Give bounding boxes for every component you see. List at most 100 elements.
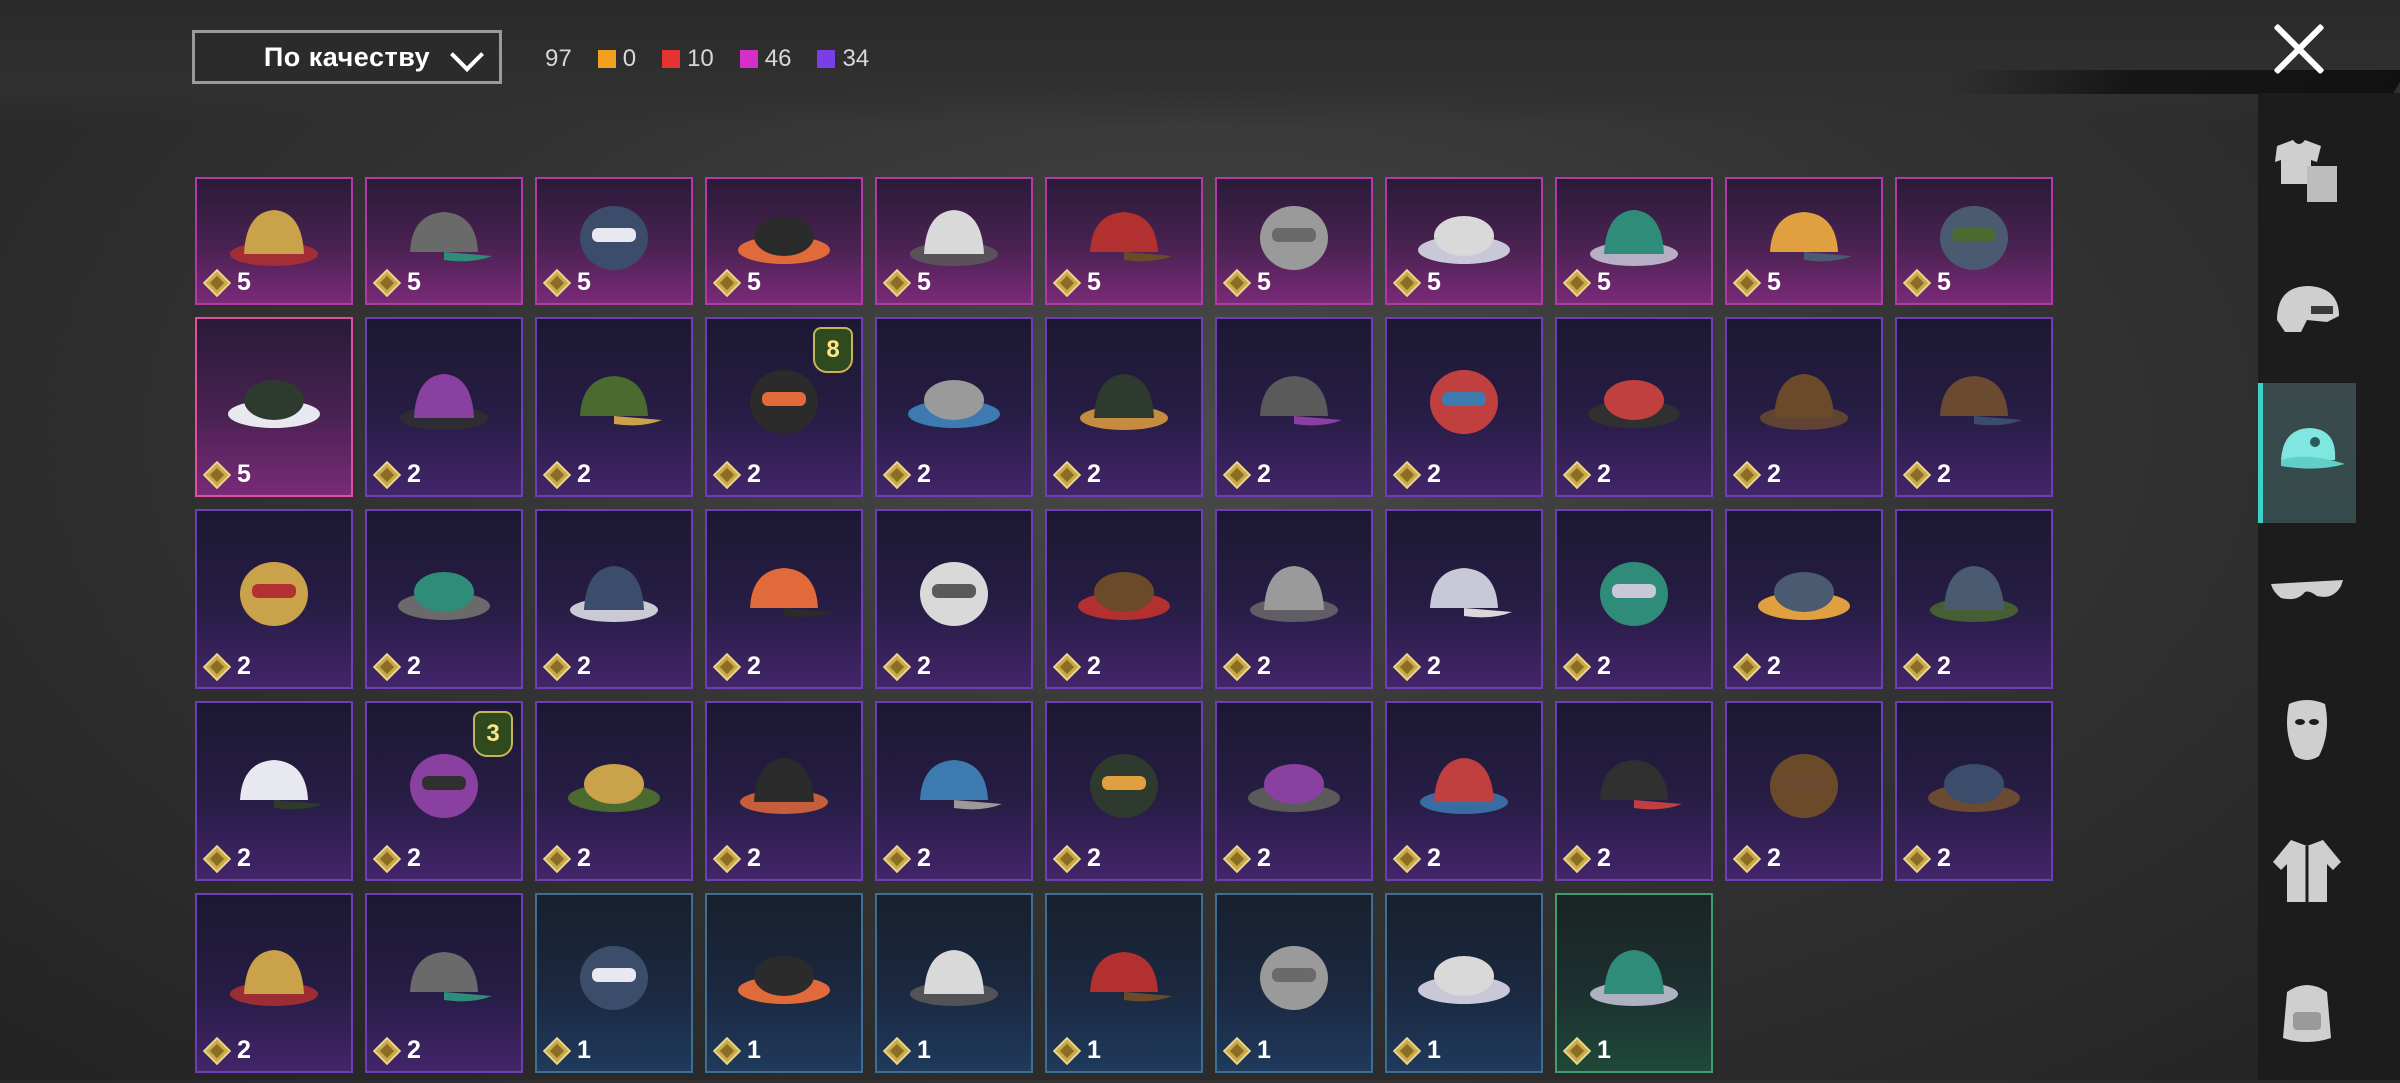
inventory-item[interactable]: 5 <box>365 177 523 305</box>
inventory-item[interactable]: 2 <box>535 317 693 497</box>
tab-jacket[interactable] <box>2258 803 2356 943</box>
item-count: 2 <box>407 1036 421 1064</box>
tab-backpack-face[interactable] <box>2258 943 2356 1083</box>
currency-diamond-icon <box>1053 269 1081 297</box>
tab-outfit[interactable] <box>2258 103 2356 243</box>
inventory-item[interactable]: 2 <box>875 701 1033 881</box>
currency-diamond-icon <box>1053 1037 1081 1065</box>
inventory-item[interactable]: 2 <box>875 509 1033 689</box>
inventory-item[interactable]: 5 <box>1385 177 1543 305</box>
inventory-item[interactable]: 2 <box>365 893 523 1073</box>
inventory-item[interactable]: 2 <box>1045 701 1203 881</box>
burger-hat-icon <box>732 742 836 826</box>
inventory-item[interactable]: 1 <box>1555 893 1713 1073</box>
item-count-badge: 2 <box>203 844 251 873</box>
inventory-item[interactable]: 1 <box>1385 893 1543 1073</box>
item-count: 2 <box>1257 460 1271 488</box>
brown-wig-icon <box>1922 358 2026 442</box>
red-square-icon <box>662 50 681 68</box>
inventory-item[interactable]: 82 <box>705 317 863 497</box>
inventory-item[interactable]: 2 <box>1385 317 1543 497</box>
item-count-badge: 2 <box>1223 844 1271 873</box>
inventory-item[interactable]: 1 <box>875 893 1033 1073</box>
rarity-count-purple: 34 <box>817 45 869 73</box>
head-mirror-icon <box>1072 742 1176 826</box>
blue-beret-icon <box>562 934 666 1018</box>
item-count-badge: 2 <box>1563 652 1611 681</box>
item-count-badge: 1 <box>1563 1036 1611 1065</box>
inventory-item[interactable]: 2 <box>1725 701 1883 881</box>
currency-diamond-icon <box>373 653 401 681</box>
inventory-item[interactable]: 2 <box>365 509 523 689</box>
inventory-item[interactable]: 2 <box>1215 317 1373 497</box>
inventory-item[interactable]: 2 <box>1215 701 1373 881</box>
currency-diamond-icon <box>203 269 231 297</box>
inventory-item[interactable]: 2 <box>535 509 693 689</box>
item-count: 2 <box>1427 844 1441 872</box>
inventory-item[interactable]: 5 <box>1555 177 1713 305</box>
tab-mask[interactable] <box>2258 663 2356 803</box>
item-count: 5 <box>1597 268 1611 296</box>
inventory-item[interactable]: 2 <box>195 509 353 689</box>
inventory-item[interactable]: 5 <box>875 177 1033 305</box>
inventory-item[interactable]: 2 <box>365 317 523 497</box>
sort-dropdown[interactable]: По качеству <box>192 30 502 84</box>
item-count-badge: 2 <box>1053 460 1101 489</box>
inventory-item[interactable]: 2 <box>1895 701 2053 881</box>
inventory-item[interactable]: 2 <box>1385 509 1543 689</box>
brown-fedora-icon <box>1412 742 1516 826</box>
inventory-item[interactable]: 2 <box>1895 509 2053 689</box>
bucket-helmet-icon <box>1242 194 1346 278</box>
oni-mask-icon <box>732 550 836 634</box>
inventory-item[interactable]: 2 <box>1215 509 1373 689</box>
inventory-item[interactable]: 2 <box>535 701 693 881</box>
inventory-item[interactable]: 5 <box>195 177 353 305</box>
item-count: 5 <box>1767 268 1781 296</box>
inventory-item[interactable]: 5 <box>1725 177 1883 305</box>
inventory-item[interactable]: 2 <box>1555 509 1713 689</box>
backpack-face-icon <box>2267 976 2347 1051</box>
inventory-item[interactable]: 2 <box>1045 317 1203 497</box>
tab-helmet[interactable] <box>2258 243 2356 383</box>
white-bucket-hat-icon <box>222 358 326 442</box>
inventory-item[interactable]: 1 <box>705 893 863 1073</box>
currency-diamond-icon <box>713 845 741 873</box>
close-button[interactable] <box>2270 20 2328 78</box>
item-count-badge: 2 <box>1053 652 1101 681</box>
inventory-item[interactable]: 2 <box>1725 509 1883 689</box>
inventory-item[interactable]: 1 <box>535 893 693 1073</box>
cake-hat-icon <box>562 742 666 826</box>
rarity-count-value: 46 <box>764 45 792 72</box>
inventory-item[interactable]: 1 <box>1045 893 1203 1073</box>
rarity-count-value: 34 <box>842 45 870 72</box>
item-count: 2 <box>1597 844 1611 872</box>
currency-diamond-icon <box>1223 1037 1251 1065</box>
inventory-item[interactable]: 5 <box>535 177 693 305</box>
inventory-item[interactable]: 5 <box>1895 177 2053 305</box>
inventory-item[interactable]: 2 <box>195 701 353 881</box>
inventory-item[interactable]: 2 <box>1045 509 1203 689</box>
currency-diamond-icon <box>373 845 401 873</box>
inventory-item[interactable]: 2 <box>1555 701 1713 881</box>
inventory-item[interactable]: 1 <box>1215 893 1373 1073</box>
tab-glasses[interactable] <box>2258 523 2356 663</box>
item-count-badge: 2 <box>1733 652 1781 681</box>
inventory-item[interactable]: 5 <box>705 177 863 305</box>
inventory-item[interactable]: 2 <box>1895 317 2053 497</box>
inventory-item[interactable]: 2 <box>705 509 863 689</box>
inventory-item[interactable]: 2 <box>705 701 863 881</box>
item-count: 5 <box>577 268 591 296</box>
red-military-beret-icon <box>392 934 496 1018</box>
tab-cap[interactable] <box>2258 383 2356 523</box>
inventory-item[interactable]: 2 <box>1725 317 1883 497</box>
inventory-item[interactable]: 5 <box>1045 177 1203 305</box>
inventory-item[interactable]: 2 <box>195 893 353 1073</box>
inventory-item[interactable]: 2 <box>1555 317 1713 497</box>
orange-square-icon <box>597 50 616 68</box>
inventory-item[interactable]: 2 <box>875 317 1033 497</box>
inventory-item[interactable]: 2 <box>1385 701 1543 881</box>
inventory-item[interactable]: 5 <box>195 317 353 497</box>
item-count: 5 <box>1937 268 1951 296</box>
inventory-item[interactable]: 32 <box>365 701 523 881</box>
inventory-item[interactable]: 5 <box>1215 177 1373 305</box>
